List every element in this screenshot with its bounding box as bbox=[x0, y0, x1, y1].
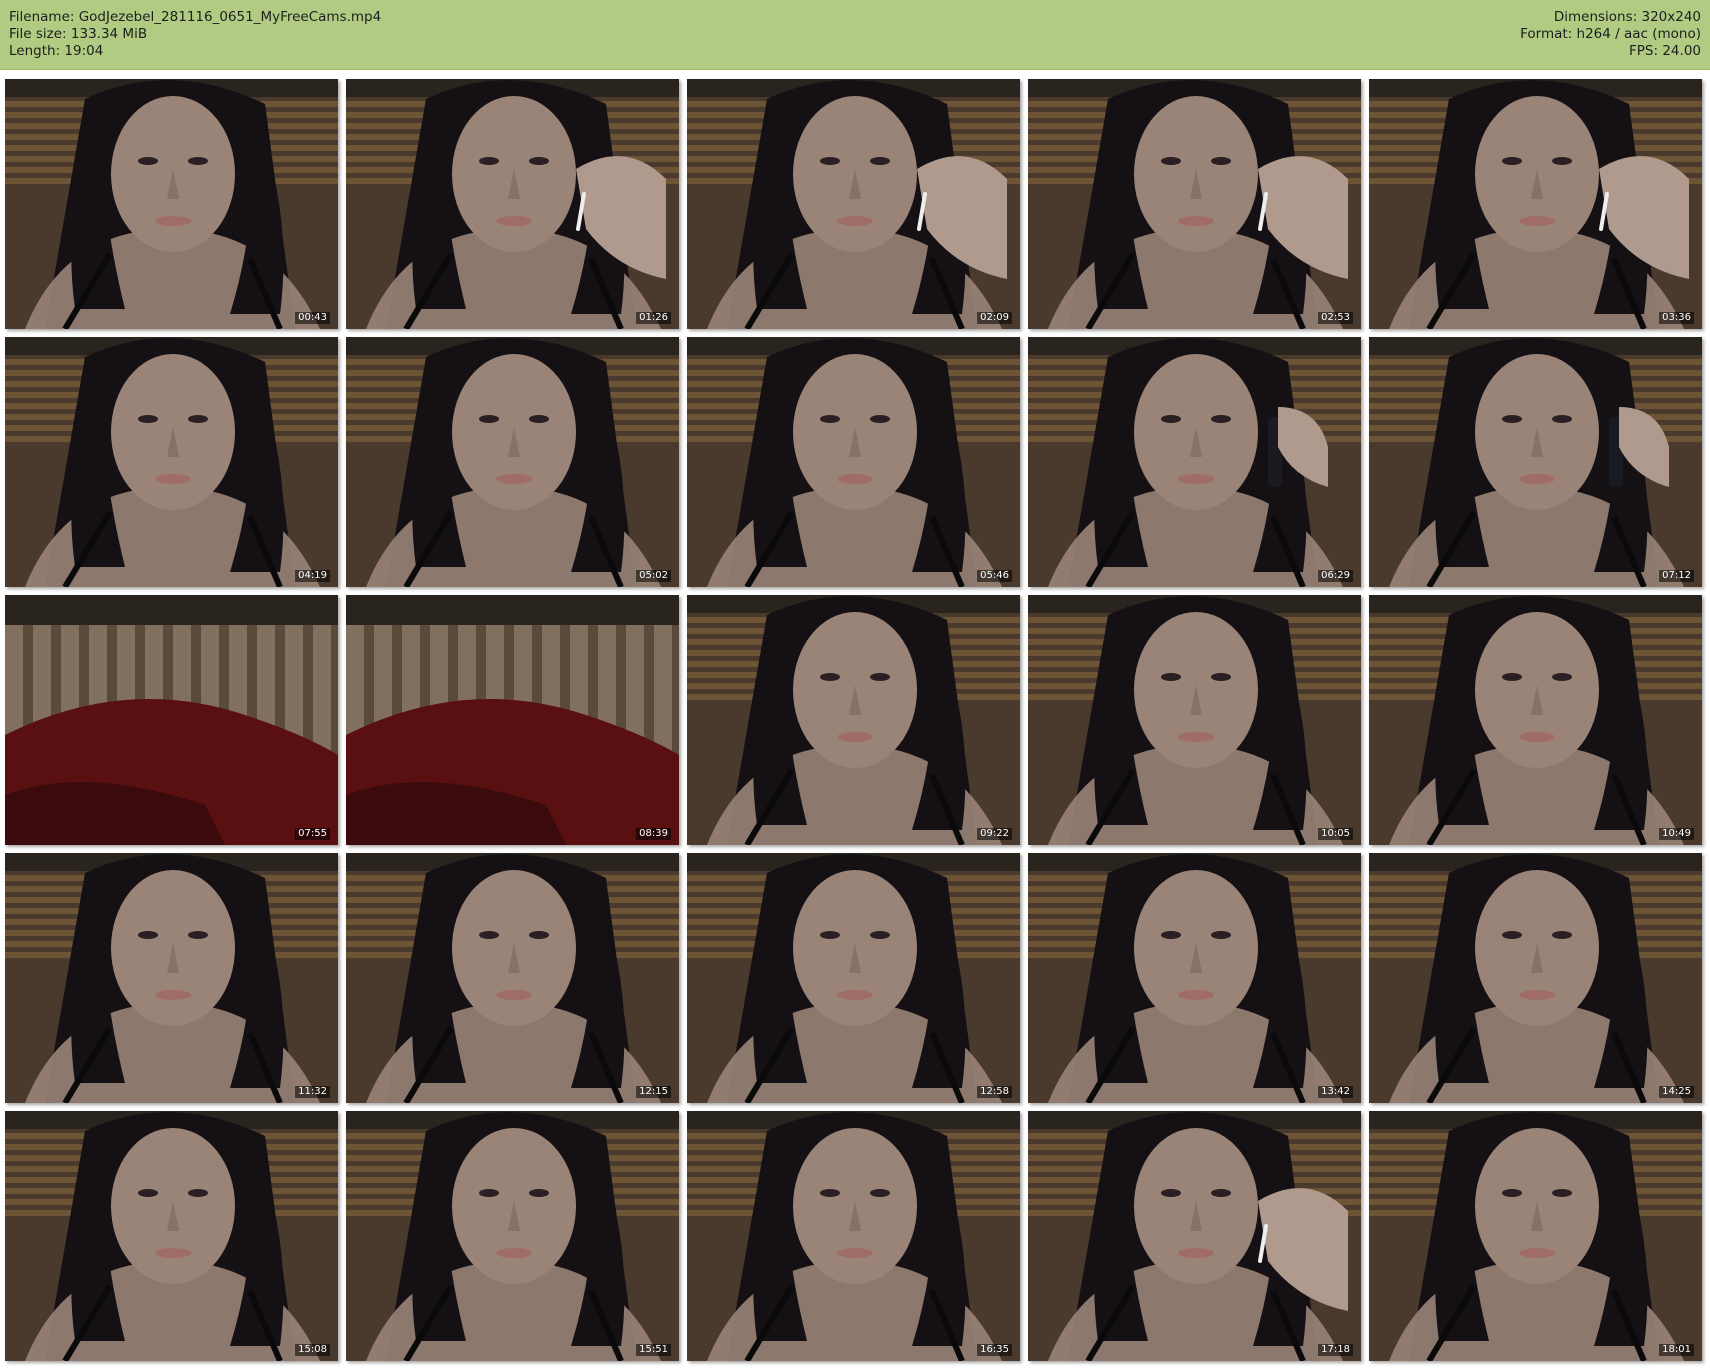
timestamp-label: 06:29 bbox=[1318, 570, 1353, 582]
timestamp-label: 10:05 bbox=[1318, 828, 1353, 840]
format-label: Format: h264 / aac (mono) bbox=[1520, 26, 1701, 42]
timestamp-label: 10:49 bbox=[1659, 828, 1694, 840]
timestamp-label: 18:01 bbox=[1659, 1344, 1694, 1356]
thumbnail-grid: 00:43 01:26 02:09 02:53 03:36 04:19 05:02 05:46… bbox=[0, 79, 1710, 1369]
video-info: Dimensions: 320x240 Format: h264 / aac (… bbox=[1520, 9, 1701, 60]
timestamp-label: 00:43 bbox=[295, 312, 330, 324]
frame-image bbox=[5, 1111, 338, 1361]
timestamp-label: 03:36 bbox=[1659, 312, 1694, 324]
thumbnail-frame: 05:46 bbox=[687, 337, 1020, 587]
thumbnail-frame: 00:43 bbox=[5, 79, 338, 329]
frame-image bbox=[5, 337, 338, 587]
frame-image bbox=[346, 853, 679, 1103]
frame-image bbox=[346, 79, 679, 329]
frame-image bbox=[5, 79, 338, 329]
frame-image bbox=[346, 337, 679, 587]
filename-label: Filename: GodJezebel_281116_0651_MyFreeC… bbox=[9, 9, 382, 25]
frame-image bbox=[687, 595, 1020, 845]
thumbnail-frame: 14:25 bbox=[1369, 853, 1702, 1103]
timestamp-label: 12:15 bbox=[636, 1086, 671, 1098]
timestamp-label: 08:39 bbox=[636, 828, 671, 840]
length-label: Length: 19:04 bbox=[9, 43, 104, 59]
timestamp-label: 15:51 bbox=[636, 1344, 671, 1356]
timestamp-label: 07:12 bbox=[1659, 570, 1694, 582]
frame-image bbox=[687, 79, 1020, 329]
thumbnail-frame: 02:53 bbox=[1028, 79, 1361, 329]
frame-image bbox=[687, 337, 1020, 587]
thumbnail-frame: 15:08 bbox=[5, 1111, 338, 1361]
timestamp-label: 11:32 bbox=[295, 1086, 330, 1098]
frame-image bbox=[1369, 79, 1702, 329]
timestamp-label: 13:42 bbox=[1318, 1086, 1353, 1098]
thumbnail-frame: 13:42 bbox=[1028, 853, 1361, 1103]
timestamp-label: 16:35 bbox=[977, 1344, 1012, 1356]
timestamp-label: 09:22 bbox=[977, 828, 1012, 840]
timestamp-label: 17:18 bbox=[1318, 1344, 1353, 1356]
thumbnail-frame: 06:29 bbox=[1028, 337, 1361, 587]
timestamp-label: 15:08 bbox=[295, 1344, 330, 1356]
frame-image bbox=[1369, 595, 1702, 845]
thumbnail-frame: 05:02 bbox=[346, 337, 679, 587]
thumbnail-frame: 03:36 bbox=[1369, 79, 1702, 329]
thumbnail-frame: 01:26 bbox=[346, 79, 679, 329]
timestamp-label: 05:46 bbox=[977, 570, 1012, 582]
frame-image bbox=[346, 1111, 679, 1361]
timestamp-label: 02:53 bbox=[1318, 312, 1353, 324]
thumbnail-frame: 10:05 bbox=[1028, 595, 1361, 845]
thumbnail-frame: 07:55 bbox=[5, 595, 338, 845]
timestamp-label: 07:55 bbox=[295, 828, 330, 840]
file-info: Filename: GodJezebel_281116_0651_MyFreeC… bbox=[9, 9, 381, 60]
frame-image bbox=[687, 1111, 1020, 1361]
thumbnail-frame: 15:51 bbox=[346, 1111, 679, 1361]
frame-image bbox=[5, 595, 338, 845]
thumbnail-frame: 12:58 bbox=[687, 853, 1020, 1103]
timestamp-label: 04:19 bbox=[295, 570, 330, 582]
timestamp-label: 12:58 bbox=[977, 1086, 1012, 1098]
thumbnail-frame: 02:09 bbox=[687, 79, 1020, 329]
thumbnail-frame: 07:12 bbox=[1369, 337, 1702, 587]
info-header: Filename: GodJezebel_281116_0651_MyFreeC… bbox=[0, 0, 1710, 70]
frame-image bbox=[687, 853, 1020, 1103]
thumbnail-frame: 18:01 bbox=[1369, 1111, 1702, 1361]
frame-image bbox=[1028, 853, 1361, 1103]
frame-image bbox=[1369, 337, 1702, 587]
timestamp-label: 01:26 bbox=[636, 312, 671, 324]
thumbnail-frame: 17:18 bbox=[1028, 1111, 1361, 1361]
frame-image bbox=[1028, 79, 1361, 329]
thumbnail-frame: 04:19 bbox=[5, 337, 338, 587]
timestamp-label: 05:02 bbox=[636, 570, 671, 582]
frame-image bbox=[346, 595, 679, 845]
frame-image bbox=[5, 853, 338, 1103]
thumbnail-frame: 08:39 bbox=[346, 595, 679, 845]
filesize-label: File size: 133.34 MiB bbox=[9, 26, 148, 42]
fps-label: FPS: 24.00 bbox=[1629, 43, 1701, 59]
timestamp-label: 02:09 bbox=[977, 312, 1012, 324]
thumbnail-frame: 16:35 bbox=[687, 1111, 1020, 1361]
timestamp-label: 14:25 bbox=[1659, 1086, 1694, 1098]
frame-image bbox=[1028, 1111, 1361, 1361]
dimensions-label: Dimensions: 320x240 bbox=[1553, 9, 1701, 25]
frame-image bbox=[1369, 853, 1702, 1103]
frame-image bbox=[1369, 1111, 1702, 1361]
thumbnail-frame: 12:15 bbox=[346, 853, 679, 1103]
frame-image bbox=[1028, 595, 1361, 845]
thumbnail-frame: 10:49 bbox=[1369, 595, 1702, 845]
frame-image bbox=[1028, 337, 1361, 587]
thumbnail-frame: 09:22 bbox=[687, 595, 1020, 845]
thumbnail-frame: 11:32 bbox=[5, 853, 338, 1103]
